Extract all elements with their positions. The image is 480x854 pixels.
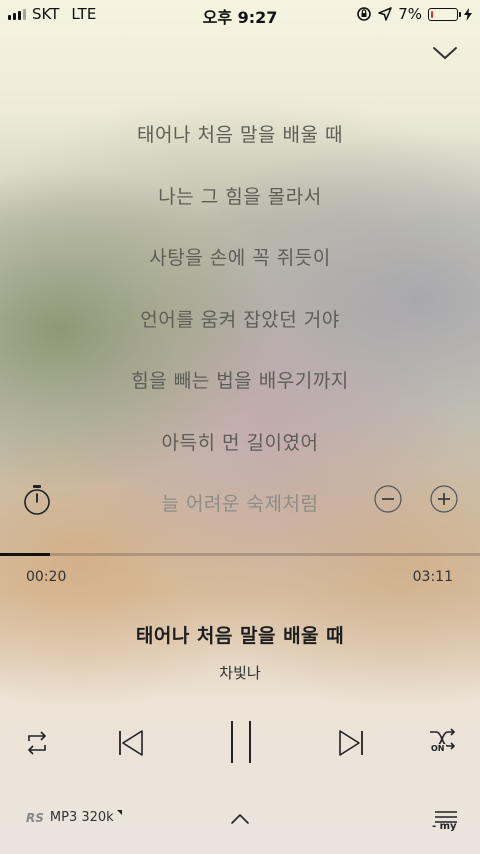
chevron-up-icon[interactable] — [229, 812, 251, 826]
lyric-line[interactable]: 사탕을 손에 꼭 쥐듯이 — [0, 233, 480, 295]
rs-logo: RS — [26, 810, 44, 825]
shuffle-button[interactable]: ON — [428, 728, 458, 758]
elapsed-time: 00:20 — [26, 569, 67, 585]
lyrics-panel[interactable]: 태어나 처음 말을 배울 때 나는 그 힘을 몰라서 사탕을 손에 꼭 쥐듯이 … — [0, 110, 480, 541]
skip-next-icon[interactable] — [337, 729, 365, 757]
track-artist[interactable]: 차빛나 — [0, 662, 480, 683]
repeat-icon[interactable] — [24, 729, 50, 757]
lyric-line[interactable]: 아득히 먼 길이였어 — [0, 418, 480, 480]
quality-selector[interactable]: RS MP3 320k — [26, 810, 125, 825]
pause-icon[interactable] — [228, 720, 254, 764]
skip-previous-icon[interactable] — [117, 729, 145, 757]
my-playlist-button[interactable]: - my — [432, 808, 458, 832]
status-right: 7% — [356, 5, 472, 23]
charging-bolt-icon — [464, 7, 472, 21]
track-title: 태어나 처음 말을 배울 때 — [135, 625, 345, 647]
location-icon — [378, 7, 392, 21]
status-bar: SKT LTE 오후 9:27 7% — [0, 0, 480, 28]
lyric-line[interactable]: 나는 그 힘을 몰라서 — [0, 172, 480, 234]
minus-circle-icon[interactable] — [374, 485, 402, 513]
total-time: 03:11 — [412, 569, 453, 585]
lyric-line[interactable]: 언어를 움켜 잡았던 거야 — [0, 295, 480, 357]
lyric-line[interactable]: 늘 어려운 숙제처럼 — [0, 479, 480, 541]
chevron-down-icon[interactable] — [432, 40, 458, 66]
plus-circle-icon[interactable] — [430, 485, 458, 513]
lyric-line[interactable]: 힘을 빼는 법을 배우기까지 — [0, 356, 480, 418]
progress-fill — [0, 553, 51, 556]
orientation-lock-icon — [357, 7, 372, 21]
battery-percent: 7% — [398, 5, 422, 23]
dropdown-corner-icon — [116, 810, 122, 815]
battery-icon — [428, 7, 461, 21]
my-label: - my — [432, 821, 457, 832]
progress-bar[interactable] — [0, 553, 480, 556]
timer-icon[interactable] — [22, 484, 52, 516]
shuffle-on-label: ON — [430, 744, 446, 753]
lyric-line[interactable]: 태어나 처음 말을 배울 때 — [0, 110, 480, 172]
quality-label: MP3 320k — [49, 810, 114, 825]
